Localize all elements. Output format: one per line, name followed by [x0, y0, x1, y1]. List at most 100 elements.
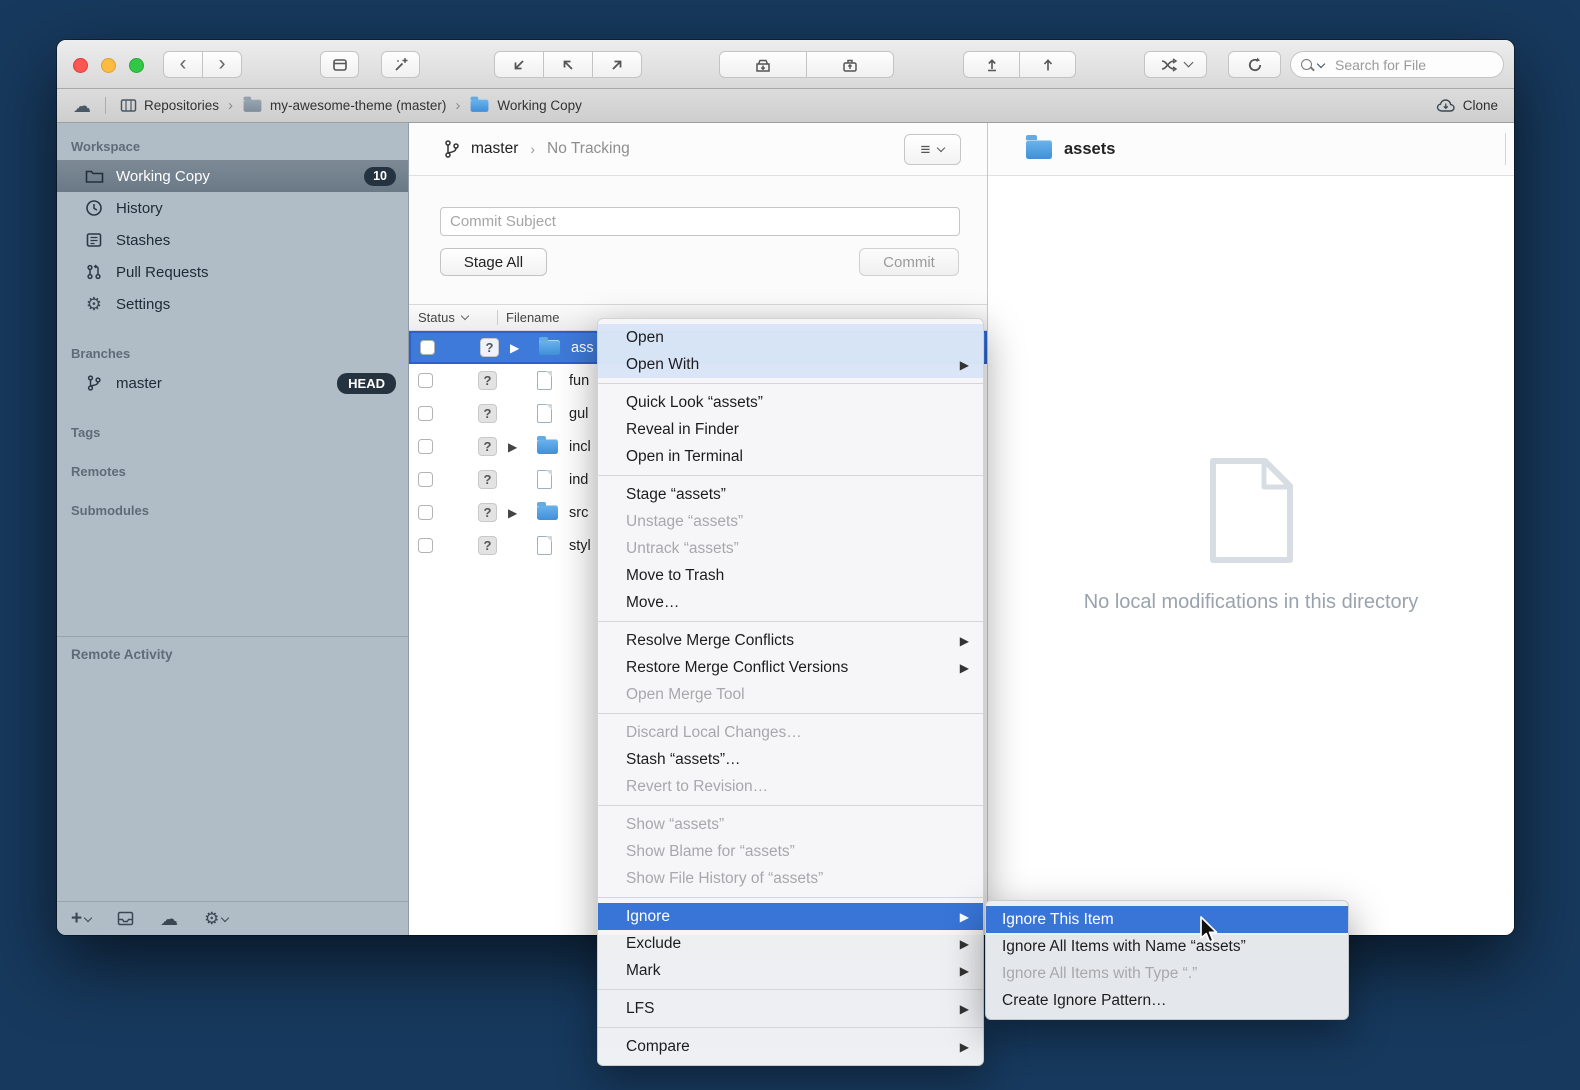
forward-button[interactable]: › [202, 51, 242, 78]
list-options-button[interactable]: ≡ [904, 134, 961, 165]
menu-item-reveal-in-finder[interactable]: Reveal in Finder [598, 416, 983, 443]
stage-all-button[interactable]: Stage All [440, 248, 547, 276]
sidebar-item-settings[interactable]: ⚙ Settings [57, 288, 408, 320]
column-divider[interactable] [497, 310, 498, 325]
menu-item-exclude[interactable]: Exclude▶ [598, 930, 983, 957]
breadcrumb-label: Working Copy [497, 98, 582, 113]
stage-checkbox[interactable] [420, 340, 435, 355]
menu-item-discard-local-changes: Discard Local Changes… [598, 719, 983, 746]
breadcrumb-item-working-copy[interactable]: Working Copy [469, 98, 582, 113]
gitflow-button[interactable] [1144, 51, 1207, 78]
actions-button[interactable] [381, 51, 420, 78]
menu-item-stage[interactable]: Stage “assets” [598, 481, 983, 508]
column-filename[interactable]: Filename [506, 310, 559, 325]
sidebar-section-workspace: Workspace [57, 139, 408, 154]
branch-icon [83, 374, 105, 392]
submenu-item-create-ignore-pattern[interactable]: Create Ignore Pattern… [986, 987, 1348, 1014]
disclosure-triangle-icon[interactable]: ▶ [510, 341, 519, 355]
gear-icon: ⚙ [83, 295, 105, 313]
menu-item-quick-look[interactable]: Quick Look “assets” [598, 389, 983, 416]
menu-item-resolve-merge-conflicts[interactable]: Resolve Merge Conflicts▶ [598, 627, 983, 654]
menu-item-label: Ignore [626, 908, 670, 926]
minimize-button[interactable] [101, 58, 116, 73]
disclosure-triangle-icon[interactable]: ▶ [508, 506, 517, 520]
back-button[interactable]: ‹ [163, 51, 203, 78]
menu-separator [598, 897, 983, 898]
menu-item-lfs[interactable]: LFS▶ [598, 995, 983, 1022]
menu-item-restore-merge-conflict-versions[interactable]: Restore Merge Conflict Versions▶ [598, 654, 983, 681]
menu-item-label: Discard Local Changes… [626, 724, 802, 742]
stage-checkbox[interactable] [418, 505, 433, 520]
folder-icon [1026, 140, 1052, 159]
sidebar-item-history[interactable]: History [57, 192, 408, 224]
archive-button[interactable] [806, 51, 894, 78]
document-outline-icon [1206, 457, 1296, 565]
sidebar-item-working-copy[interactable]: Working Copy 10 [57, 160, 408, 192]
commit-subject-input[interactable] [440, 207, 960, 236]
menu-item-mark[interactable]: Mark▶ [598, 957, 983, 984]
menu-item-compare[interactable]: Compare▶ [598, 1033, 983, 1060]
filename: gul [569, 406, 588, 422]
file-search-field[interactable] [1290, 51, 1504, 78]
add-button[interactable]: + [71, 909, 91, 928]
sidebar-item-pull-requests[interactable]: Pull Requests [57, 256, 408, 288]
sidebar-item-stashes[interactable]: Stashes [57, 224, 408, 256]
menu-item-label: LFS [626, 1000, 654, 1018]
column-status[interactable]: Status [409, 310, 468, 325]
submenu-arrow-icon: ▶ [960, 1038, 969, 1056]
menu-item-open-with[interactable]: Open With▶ [598, 351, 983, 378]
gitflow-icon [1160, 57, 1180, 73]
menu-item-stash[interactable]: Stash “assets”… [598, 746, 983, 773]
menu-item-ignore[interactable]: Ignore▶ [598, 903, 983, 930]
breadcrumb-item-repo[interactable]: my-awesome-theme (master) [242, 98, 446, 113]
submenu-arrow-icon: ▶ [960, 962, 969, 980]
menu-item-label: Open Merge Tool [626, 686, 745, 704]
zoom-button[interactable] [129, 58, 144, 73]
merge-button[interactable] [1019, 51, 1076, 78]
menu-item-untrack: Untrack “assets” [598, 535, 983, 562]
menu-item-label: Resolve Merge Conflicts [626, 632, 794, 650]
settings-button[interactable]: ⚙ [204, 910, 228, 927]
disclosure-triangle-icon[interactable]: ▶ [508, 440, 517, 454]
remote-button[interactable]: ☁ [160, 910, 178, 928]
search-icon [1301, 59, 1312, 70]
menu-item-open-merge-tool: Open Merge Tool [598, 681, 983, 708]
arrow-up-base-icon [983, 56, 1001, 74]
sidebar-section-remotes: Remotes [57, 464, 408, 479]
chevron-separator: › [228, 97, 233, 114]
menu-item-label: Show File History of “assets” [626, 870, 823, 888]
reset-button[interactable] [543, 51, 593, 78]
refresh-button[interactable] [1228, 51, 1281, 78]
cloud-account-icon[interactable]: ☁ [73, 97, 91, 115]
inbox-button[interactable] [117, 911, 134, 926]
stage-checkbox[interactable] [418, 538, 433, 553]
sidebar-item-master[interactable]: master HEAD [57, 367, 408, 399]
menu-item-open[interactable]: Open [598, 324, 983, 351]
clone-button[interactable]: Clone [1436, 98, 1498, 113]
submenu-item-ignore-all-name[interactable]: Ignore All Items with Name “assets” [986, 933, 1348, 960]
submenu-arrow-icon: ▶ [960, 659, 969, 677]
commit-button[interactable]: Commit [859, 248, 959, 276]
submenu-item-ignore-this-item[interactable]: Ignore This Item [986, 906, 1348, 933]
stash-button[interactable] [719, 51, 807, 78]
menu-item-label: Stage “assets” [626, 486, 726, 504]
chevron-right-icon: › [219, 53, 226, 74]
stage-checkbox[interactable] [418, 472, 433, 487]
filename: ind [569, 472, 588, 488]
shelve-button[interactable] [592, 51, 642, 78]
breadcrumb-item-repositories[interactable]: Repositories [120, 98, 219, 113]
stage-checkbox[interactable] [418, 373, 433, 388]
stage-checkbox[interactable] [418, 439, 433, 454]
menu-item-label: Show “assets” [626, 816, 724, 834]
commit-mode-button[interactable] [320, 51, 359, 78]
close-button[interactable] [73, 58, 88, 73]
branch-button[interactable] [963, 51, 1020, 78]
menu-item-move-to-trash[interactable]: Move to Trash [598, 562, 983, 589]
stage-checkbox[interactable] [418, 406, 433, 421]
menu-item-label: Quick Look “assets” [626, 394, 763, 412]
menu-item-move[interactable]: Move… [598, 589, 983, 616]
checkout-button[interactable] [494, 51, 544, 78]
filename: styl [569, 538, 591, 554]
menu-item-open-in-terminal[interactable]: Open in Terminal [598, 443, 983, 470]
search-input[interactable] [1333, 56, 1487, 74]
